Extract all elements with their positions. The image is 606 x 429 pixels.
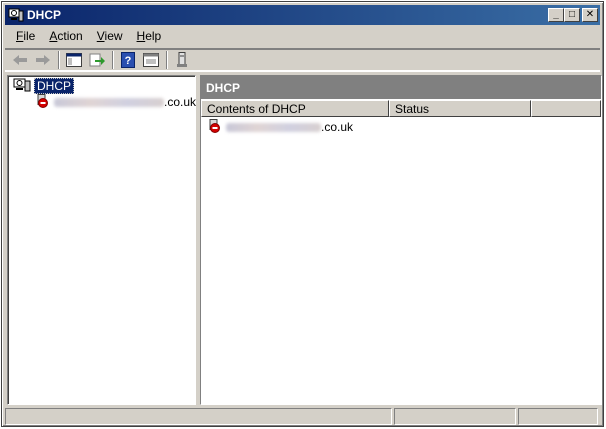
toolbar-separator [58, 51, 60, 69]
export-list-icon[interactable] [86, 50, 108, 70]
redacted-server-name [54, 97, 164, 107]
svg-text:?: ? [125, 55, 132, 67]
help-icon[interactable]: ? [117, 50, 139, 70]
tree-item-label: DHCP [34, 78, 75, 94]
show-hide-tree-icon[interactable] [63, 50, 85, 70]
properties-icon[interactable] [140, 50, 162, 70]
back-arrow-icon[interactable] [9, 50, 31, 70]
minimize-button[interactable]: _ [548, 8, 564, 22]
menu-file[interactable]: File [9, 27, 42, 45]
status-panel-main [5, 408, 392, 425]
window-title: DHCP [27, 8, 62, 22]
redacted-server-name [226, 122, 321, 132]
server-icon[interactable] [171, 50, 193, 70]
title-bar[interactable]: DHCP _ □ ✕ [5, 5, 600, 25]
toolbar-separator [112, 51, 114, 69]
toolbar-separator [166, 51, 168, 69]
menu-view[interactable]: View [90, 27, 130, 45]
menu-bar: File Action View Help [5, 26, 600, 46]
dhcp-app-icon [8, 7, 24, 23]
list-item-label: .co.uk [321, 120, 354, 134]
tree-item-dhcp[interactable]: DHCP [13, 78, 75, 95]
menu-action[interactable]: Action [42, 27, 89, 45]
tree-item-server[interactable]: .co.uk [36, 93, 197, 111]
tree-item-label: .co.uk [164, 95, 197, 109]
server-stopped-icon [36, 93, 50, 111]
close-button[interactable]: ✕ [582, 8, 598, 22]
list-item[interactable]: .co.uk [208, 118, 354, 136]
dhcp-window: DHCP _ □ ✕ File Action View Help ? DHCP … [1, 1, 604, 427]
server-stopped-icon [208, 118, 222, 136]
status-panel-3 [518, 408, 598, 425]
forward-arrow-icon[interactable] [32, 50, 54, 70]
status-bar [5, 407, 602, 426]
console-tree-pane[interactable]: DHCP .co.uk [7, 75, 196, 405]
dhcp-node-icon [13, 78, 31, 95]
menu-help[interactable]: Help [130, 27, 169, 45]
status-panel-2 [394, 408, 516, 425]
details-header: DHCP [201, 76, 601, 99]
column-header-contents[interactable]: Contents of DHCP [201, 100, 389, 117]
toolbar: ? [5, 48, 600, 72]
maximize-button[interactable]: □ [564, 8, 580, 22]
column-headers: Contents of DHCP Status [201, 100, 601, 117]
details-pane[interactable]: DHCP Contents of DHCP Status .co.uk [200, 75, 602, 405]
column-header-empty[interactable] [531, 100, 601, 117]
column-header-status[interactable]: Status [389, 100, 531, 117]
